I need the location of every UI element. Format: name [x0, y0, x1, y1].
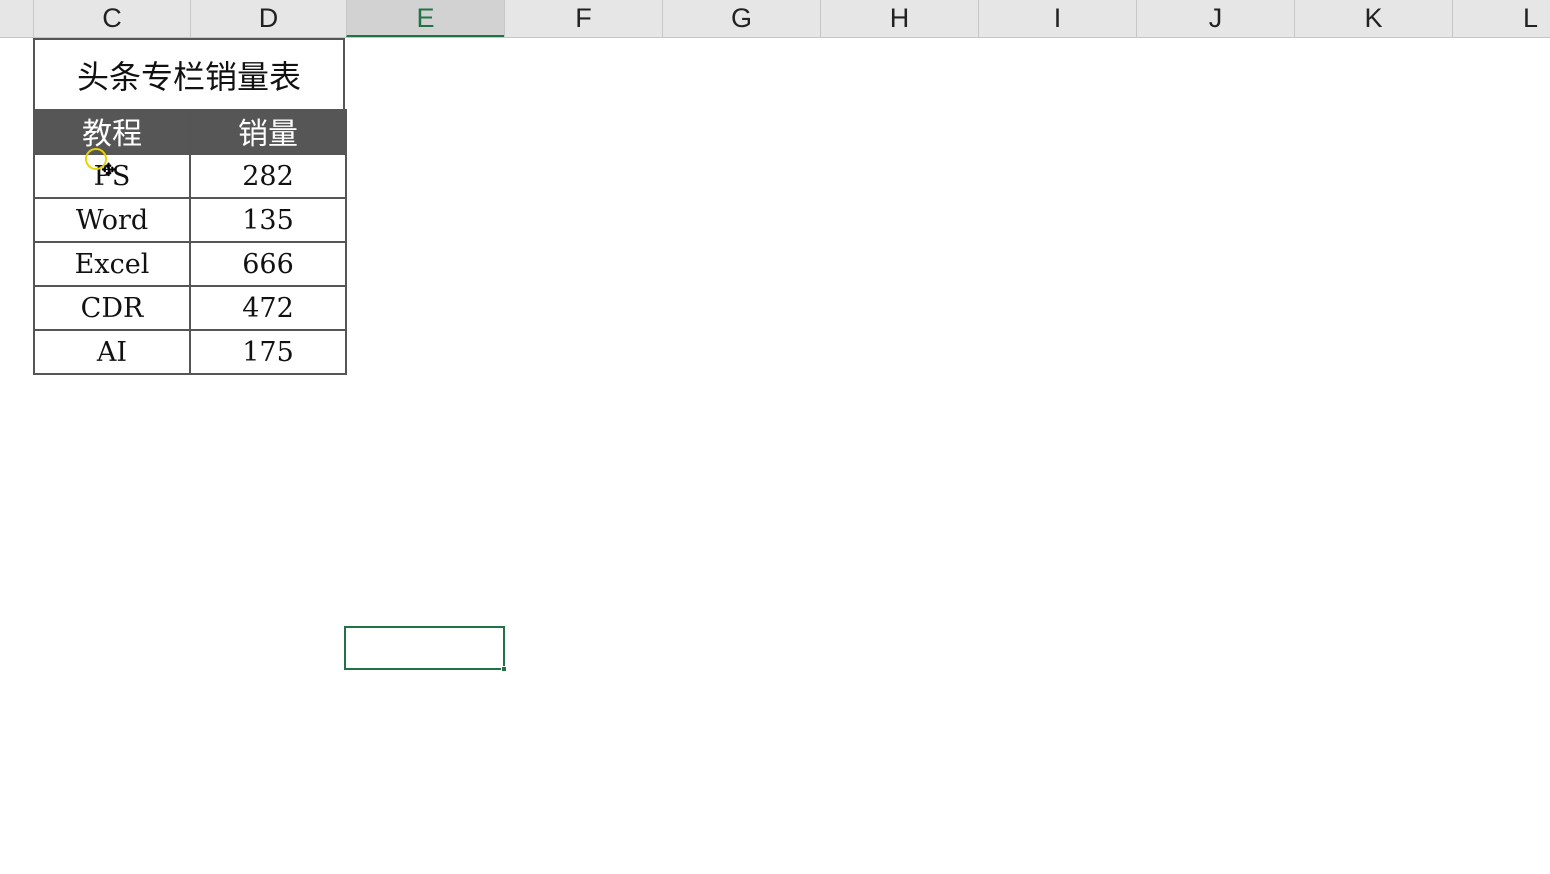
column-header-e[interactable]: E — [346, 0, 504, 37]
column-header-bar: C D E F G H I J K L — [0, 0, 1550, 38]
active-cell-selection[interactable] — [344, 626, 505, 670]
column-header-i[interactable]: I — [978, 0, 1136, 37]
sales-table: 教程 销量 PS 282 Word 135 Excel 666 CDR 472 … — [33, 109, 347, 375]
column-header-f[interactable]: F — [504, 0, 662, 37]
column-header-c[interactable]: C — [33, 0, 190, 37]
sales-cell[interactable]: 175 — [189, 329, 347, 375]
corner-spacer — [0, 0, 33, 37]
header-sales-cell[interactable]: 销量 — [189, 109, 347, 154]
column-header-g[interactable]: G — [662, 0, 820, 37]
course-cell[interactable]: Word — [33, 197, 191, 243]
table-row: CDR 472 — [33, 285, 347, 331]
table-row: Excel 666 — [33, 241, 347, 287]
table-title-cell[interactable]: 头条专栏销量表 — [33, 38, 345, 109]
table-row: PS 282 — [33, 153, 347, 199]
sales-cell[interactable]: 666 — [189, 241, 347, 287]
table-row: AI 175 — [33, 329, 347, 375]
table-row: Word 135 — [33, 197, 347, 243]
course-cell[interactable]: CDR — [33, 285, 191, 331]
sales-cell[interactable]: 282 — [189, 153, 347, 199]
column-header-h[interactable]: H — [820, 0, 978, 37]
sales-cell[interactable]: 135 — [189, 197, 347, 243]
column-header-d[interactable]: D — [190, 0, 346, 37]
column-header-k[interactable]: K — [1294, 0, 1452, 37]
header-course-cell[interactable]: 教程 — [33, 109, 191, 154]
fill-handle[interactable] — [501, 666, 507, 672]
course-cell[interactable]: AI — [33, 329, 191, 375]
sales-cell[interactable]: 472 — [189, 285, 347, 331]
move-cursor-icon: ✥ — [101, 160, 117, 181]
column-header-l[interactable]: L — [1452, 0, 1550, 37]
column-header-j[interactable]: J — [1136, 0, 1294, 37]
course-cell[interactable]: Excel — [33, 241, 191, 287]
table-header-row: 教程 销量 — [33, 109, 347, 154]
